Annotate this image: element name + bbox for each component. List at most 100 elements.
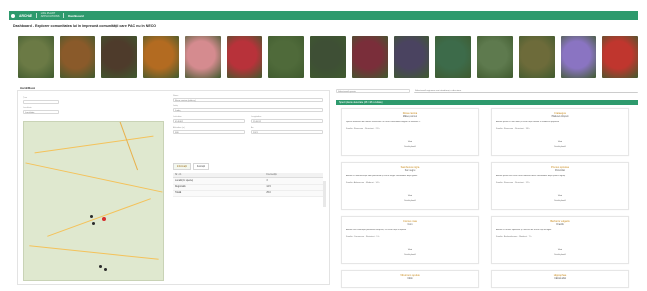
species-card-description: Arbust spinos cu flori albe și fructe ro… <box>496 121 560 123</box>
species-card-description: Arbust cu inflorescențe albe parfumate ș… <box>346 175 418 177</box>
species-card[interactable]: Sambucus nigra Soc negru Arbust cu inflore… <box>341 162 479 210</box>
map-road <box>34 135 154 154</box>
species-thumbnail[interactable] <box>351 36 388 78</box>
table-row[interactable]: Totală 25.0 <box>173 190 323 197</box>
top-navbar: ARCHÆ LIDL PLANT APPLICATIONS Dashboard <box>9 11 638 20</box>
species-card[interactable]: Cornus mas Corn Arbust care înflorește pri… <box>341 216 479 264</box>
species-card-subtitle: Păducel obișnuit <box>551 116 569 118</box>
map-marker[interactable] <box>102 217 106 221</box>
species-card[interactable]: Crataegus Păducel obișnuit Arbust spinos c… <box>491 108 629 156</box>
species-card-view-button[interactable]: Vezi <box>555 249 565 251</box>
page-title: Dashboard - Explorer comunitatea lui în … <box>13 24 157 28</box>
species-thumbnail[interactable] <box>518 36 555 78</box>
species-thumbnail[interactable] <box>143 36 179 78</box>
species-card[interactable]: Berberis vulgaris Dracilă Arbust cu ramuri… <box>491 216 629 264</box>
map-view[interactable] <box>23 121 164 281</box>
species-card-subtitle: Călin <box>407 278 413 280</box>
species-card-meta: Familie: Rosaceae · Rezistent · 18 h <box>496 128 530 130</box>
species-card-view-label: Detalii plantă <box>404 254 416 256</box>
species-card-subtitle: Măceș comun <box>402 116 418 118</box>
latitude-field[interactable]: 45.8462 <box>173 119 245 123</box>
species-card-description: Arbust care înflorește primăvara timpuri… <box>346 229 407 231</box>
map-road <box>47 198 151 237</box>
species-thumbnail[interactable] <box>560 36 597 78</box>
navbar-divider <box>36 13 37 18</box>
species-select[interactable]: Selectează specia <box>336 89 410 93</box>
species-card-description: Arbust spinos ale cărui fructe albastre … <box>496 175 566 177</box>
species-card[interactable]: Viburnum opulus Călin <box>341 270 479 288</box>
longitude-label: Longitudine <box>251 116 262 118</box>
locality-label: Localitate <box>23 107 32 109</box>
species-card-view-button[interactable]: Vezi <box>555 195 565 197</box>
species-card-meta: Familie: Cornaceae · Rezistent · 9 h <box>346 236 380 238</box>
species-thumbnail[interactable] <box>268 36 305 78</box>
species-card-view-button[interactable]: Vezi <box>405 141 415 143</box>
county-field[interactable]: Județ <box>173 108 323 112</box>
species-card-subtitle: Soc negru <box>404 170 416 172</box>
species-card-title: Crataegus <box>554 112 566 115</box>
nav-dashboard-link[interactable]: Dashboard <box>68 14 84 18</box>
latitude-label: Latitudine <box>173 116 182 118</box>
species-thumbnail[interactable] <box>393 36 430 78</box>
species-thumbnail[interactable] <box>602 36 639 78</box>
species-card[interactable]: Prunus spinosa Porumbar Arbust spinos ale … <box>491 162 629 210</box>
map-road <box>25 162 163 193</box>
species-card-title: Rosa canina <box>402 112 418 115</box>
name-label: Nume <box>173 95 179 97</box>
tab-information[interactable]: Informații <box>173 163 191 170</box>
year-field[interactable]: 2021 <box>251 130 323 134</box>
map-marker[interactable] <box>90 215 93 218</box>
species-card-title: Hippophae <box>553 274 567 277</box>
species-card-subtitle: Corn <box>407 224 413 226</box>
species-card-view-label: Detalii plantă <box>554 146 566 148</box>
unit-line-2: APPLICATIONS <box>40 14 60 18</box>
species-thumbnail[interactable] <box>18 36 54 78</box>
species-card-meta: Familie: Rosaceae · Rezistent · 12 h <box>496 182 530 184</box>
species-thumbnail[interactable] <box>59 36 96 78</box>
species-card-grid: Rosa canina Măceș comun Specie arbustivă d… <box>341 108 633 288</box>
locality-input[interactable]: Localitate <box>23 110 59 114</box>
country-label: Țara <box>23 97 28 99</box>
species-card-view-button[interactable]: Vezi <box>405 249 415 251</box>
species-card-view-label: Detalii plantă <box>554 254 566 256</box>
map-detail-card: Țara Localitate Localitate Nume Rosa can… <box>17 90 330 285</box>
species-card[interactable]: Rosa canina Măceș comun Specie arbustivă d… <box>341 108 479 156</box>
species-card-title: Sambucus nigra <box>400 166 420 169</box>
species-card-subtitle: Cătină albă <box>554 278 566 280</box>
species-card-view-label: Detalii plantă <box>404 146 416 148</box>
species-card-meta: Familie: Berberidaceae · Moderat · 7 h <box>496 236 532 238</box>
species-card-description: Specie arbustivă din familia Rosaceae cu… <box>346 121 421 123</box>
species-card-meta: Familie: Rosaceae · Rezistent · 21 h <box>346 128 380 130</box>
results-header: Specii plante detectate (48 / 48 rezulta… <box>336 100 638 105</box>
species-results-panel: Selectează specia Selectează regiunea sa… <box>336 88 638 288</box>
species-card[interactable]: Hippophae Cătină albă <box>491 270 629 288</box>
region-search-input[interactable]: Selectează regiunea sau introduceți o de… <box>414 89 638 93</box>
species-card-view-button[interactable]: Vezi <box>555 141 565 143</box>
name-field[interactable]: Rosa canina (măceș) <box>173 98 323 102</box>
county-label: Județ <box>173 105 178 107</box>
species-card-description: Arbust cu ramuri spinoase și ciorchini d… <box>496 229 552 231</box>
frequency-table: Nr. crt. Frecvență Locală (în specie) 3 … <box>173 173 323 197</box>
map-marker[interactable] <box>99 265 102 268</box>
species-thumbnail[interactable] <box>310 36 346 78</box>
table-scrollbar[interactable] <box>323 181 326 207</box>
species-thumbnail[interactable] <box>184 36 221 78</box>
country-select[interactable] <box>23 100 59 104</box>
brand-logo-icon[interactable] <box>11 13 15 18</box>
species-card-title: Cornus mas <box>403 220 417 223</box>
map-marker[interactable] <box>92 222 95 225</box>
species-thumbnail[interactable] <box>226 36 263 78</box>
brand-name[interactable]: ARCHÆ <box>19 14 32 18</box>
altitude-field[interactable]: 580 <box>173 130 245 134</box>
map-road <box>29 245 159 260</box>
filter-row: Selectează specia Selectează regiunea sa… <box>336 88 638 96</box>
tab-illustrations[interactable]: Ilustrații <box>192 163 210 170</box>
longitude-field[interactable]: 25.6612 <box>251 119 323 123</box>
species-thumbnail[interactable] <box>435 36 472 78</box>
map-marker[interactable] <box>104 268 107 271</box>
species-card-view-button[interactable]: Vezi <box>405 195 415 197</box>
altitude-label: Altitudine (m) <box>173 127 185 129</box>
species-thumbnail[interactable] <box>477 36 513 78</box>
species-thumbnail[interactable] <box>101 36 138 78</box>
table-cell: 25.0 <box>264 190 323 197</box>
